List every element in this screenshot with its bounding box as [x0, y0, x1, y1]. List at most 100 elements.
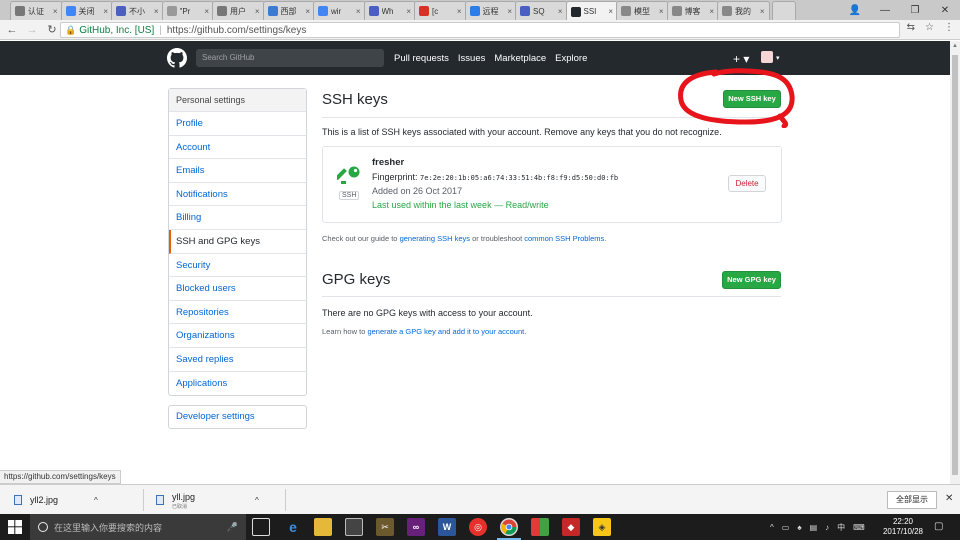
search-input[interactable]: Search GitHub	[196, 49, 384, 67]
browser-tab[interactable]: 关闭 ×	[60, 1, 113, 20]
menu-dots-icon[interactable]: ⋮	[944, 22, 954, 33]
volume-icon[interactable]: ♪	[825, 523, 829, 532]
reload-icon[interactable]: ↻	[44, 22, 60, 38]
tab-close-icon[interactable]: ×	[659, 7, 664, 16]
new-tab-button[interactable]	[771, 1, 796, 20]
sidebar-item-blocked-users[interactable]: Blocked users	[169, 277, 306, 301]
browser-tab[interactable]: 西部 ×	[262, 1, 315, 20]
new-gpg-key-button[interactable]: New GPG key	[722, 271, 781, 289]
app-icon[interactable]: ✂	[376, 518, 394, 536]
sidebar-item-repositories[interactable]: Repositories	[169, 301, 306, 325]
sidebar-item-account[interactable]: Account	[169, 136, 306, 160]
browser-tab[interactable]: "Pr ×	[161, 1, 214, 20]
show-all-downloads-button[interactable]: 全部显示	[887, 491, 937, 509]
common-ssh-problems-link[interactable]: common SSH Problems	[524, 234, 604, 243]
tab-close-icon[interactable]: ×	[760, 7, 765, 16]
tab-close-icon[interactable]: ×	[558, 7, 563, 16]
browser-tab[interactable]: 模型 ×	[616, 1, 669, 20]
generate-gpg-key-link[interactable]: generate a GPG key and add it to your ac…	[367, 327, 524, 336]
tab-close-icon[interactable]: ×	[507, 7, 512, 16]
tab-close-icon[interactable]: ×	[305, 7, 310, 16]
browser-tab[interactable]: SQ ×	[515, 1, 568, 20]
create-new-dropdown[interactable]: + ▾	[733, 52, 749, 66]
browser-tab[interactable]: 远程 ×	[464, 1, 517, 20]
translate-icon[interactable]: ⇆	[907, 22, 915, 33]
windows-start-icon[interactable]	[8, 520, 22, 534]
visual-studio-icon[interactable]: ∞	[407, 518, 425, 536]
network-icon[interactable]: ▤	[810, 523, 818, 532]
sidebar-item-ssh-and-gpg-keys[interactable]: SSH and GPG keys	[169, 229, 306, 254]
header-nav-issues[interactable]: Issues	[458, 53, 485, 64]
browser-tab[interactable]: 认证 ×	[10, 1, 63, 20]
tab-close-icon[interactable]: ×	[53, 7, 58, 16]
tab-close-icon[interactable]: ×	[709, 7, 714, 16]
scrollbar-thumb[interactable]	[952, 55, 958, 475]
notification-icon[interactable]: ▢	[934, 521, 943, 532]
sidebar-item-security[interactable]: Security	[169, 254, 306, 278]
github-logo-icon[interactable]	[167, 48, 187, 68]
tab-close-icon[interactable]: ×	[356, 7, 361, 16]
chrome-icon[interactable]	[497, 518, 521, 540]
close-icon[interactable]: ✕	[945, 493, 953, 504]
sidebar-item-emails[interactable]: Emails	[169, 159, 306, 183]
browser-tab[interactable]: 我的 ×	[717, 1, 770, 20]
word-icon[interactable]: W	[438, 518, 456, 536]
browser-tab[interactable]: 不小 ×	[111, 1, 164, 20]
clock[interactable]: 22:20 2017/10/28	[880, 517, 926, 537]
microphone-icon[interactable]: 🎤	[227, 522, 238, 533]
browser-tab[interactable]: 用户 ×	[212, 1, 265, 20]
header-nav-explore[interactable]: Explore	[555, 53, 587, 64]
tray-app-icon[interactable]: ♠	[797, 523, 801, 532]
minimize-icon[interactable]: —	[870, 0, 900, 20]
browser-tab[interactable]: SSI ×	[565, 1, 618, 21]
sidebar-item-notifications[interactable]: Notifications	[169, 183, 306, 207]
generating-ssh-keys-link[interactable]: generating SSH keys	[400, 234, 470, 243]
sidebar-item-developer-settings[interactable]: Developer settings	[168, 405, 307, 429]
download-item[interactable]: yll2.jpg ^	[14, 485, 98, 515]
browser-tab[interactable]: Wh ×	[363, 1, 416, 20]
app-icon[interactable]	[531, 518, 549, 536]
chevron-up-icon[interactable]: ^	[770, 523, 774, 532]
tab-close-icon[interactable]: ×	[255, 7, 260, 16]
taskbar-search-input[interactable]: 在这里输入你要搜索的内容 🎤	[30, 514, 246, 540]
sidebar-item-billing[interactable]: Billing	[169, 206, 306, 230]
keyboard-icon[interactable]: ⌨	[853, 523, 865, 532]
file-explorer-icon[interactable]	[314, 518, 332, 536]
page-scrollbar[interactable]: ▲	[950, 41, 960, 484]
sidebar-item-organizations[interactable]: Organizations	[169, 324, 306, 348]
browser-tab[interactable]: [c ×	[414, 1, 467, 20]
app-icon[interactable]: ◆	[562, 518, 580, 536]
address-bar[interactable]: 🔒 GitHub, Inc. [US] | https://github.com…	[60, 22, 900, 38]
chevron-down-icon[interactable]: ▾	[776, 54, 780, 62]
sidebar-item-applications[interactable]: Applications	[169, 372, 306, 396]
avatar[interactable]	[761, 51, 773, 63]
header-nav-pull-requests[interactable]: Pull requests	[394, 53, 449, 64]
close-icon[interactable]: ✕	[930, 0, 960, 20]
store-icon[interactable]	[345, 518, 363, 536]
ime-indicator[interactable]: 中	[837, 522, 845, 533]
sidebar-item-saved-replies[interactable]: Saved replies	[169, 348, 306, 372]
user-icon[interactable]: 👤	[840, 0, 870, 20]
netease-music-icon[interactable]: ◎	[469, 518, 487, 536]
delete-key-button[interactable]: Delete	[728, 175, 766, 192]
tab-close-icon[interactable]: ×	[457, 7, 462, 16]
app-icon[interactable]: ◈	[593, 518, 611, 536]
bookmark-star-icon[interactable]: ☆	[925, 22, 934, 33]
task-view-icon[interactable]	[252, 518, 270, 536]
restore-icon[interactable]: ❐	[900, 0, 930, 20]
tray-app-icon[interactable]: ▭	[782, 523, 790, 532]
forward-icon[interactable]: →	[24, 22, 40, 38]
sidebar-item-profile[interactable]: Profile	[169, 112, 306, 136]
tab-close-icon[interactable]: ×	[154, 7, 159, 16]
header-nav-marketplace[interactable]: Marketplace	[494, 53, 546, 64]
tab-close-icon[interactable]: ×	[204, 7, 209, 16]
chevron-up-icon[interactable]: ^	[94, 496, 98, 505]
browser-tab[interactable]: wir ×	[313, 1, 366, 20]
chevron-up-icon[interactable]: ^	[255, 496, 259, 505]
tab-close-icon[interactable]: ×	[608, 7, 613, 16]
browser-tab[interactable]: 博客 ×	[666, 1, 719, 20]
tab-close-icon[interactable]: ×	[103, 7, 108, 16]
edge-icon[interactable]: e	[284, 518, 302, 536]
download-item[interactable]: yll.jpg 已取消 ^	[156, 485, 259, 515]
tab-close-icon[interactable]: ×	[406, 7, 411, 16]
